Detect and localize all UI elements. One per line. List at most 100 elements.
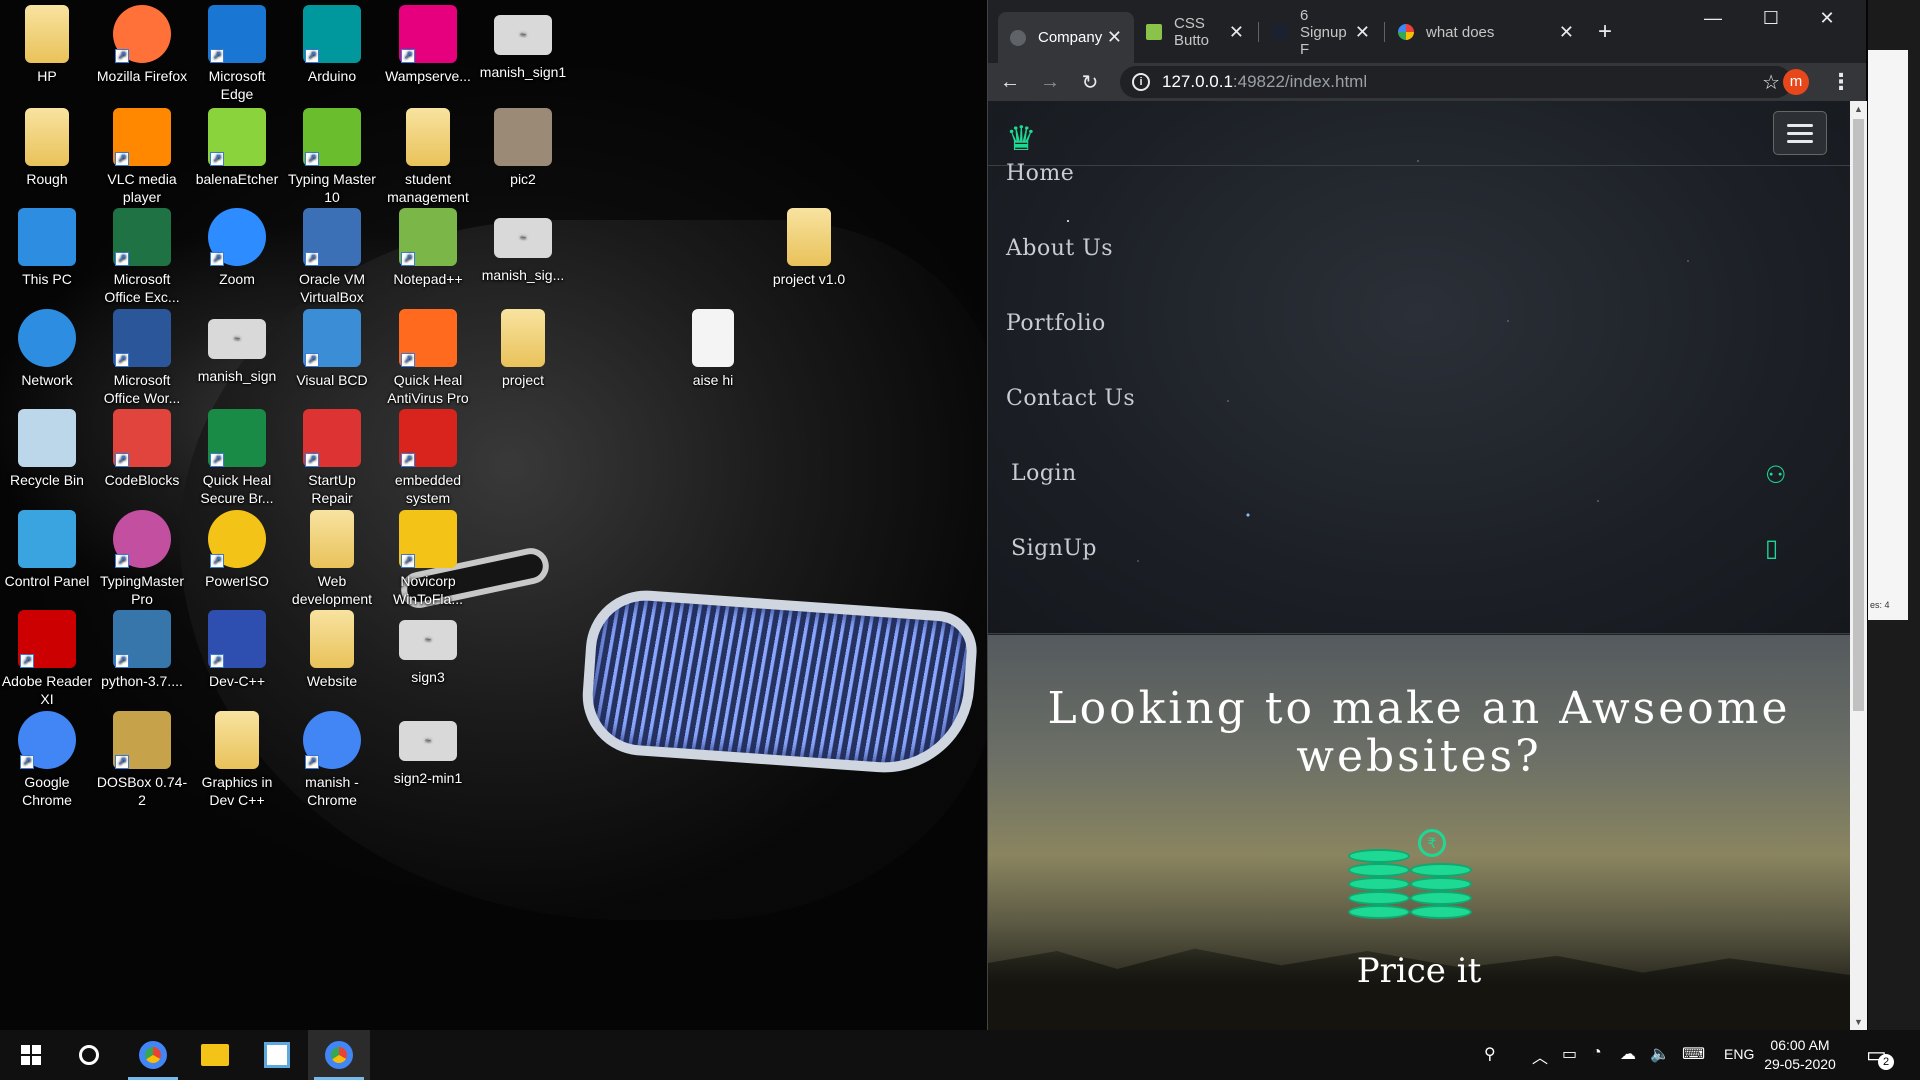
language-indicator[interactable]: ENG	[1724, 1046, 1754, 1062]
desktop-icon[interactable]: ↗ PowerISO	[191, 510, 283, 590]
background-window-edge[interactable]: es: 4	[1868, 0, 1920, 1030]
address-bar[interactable]: i 127.0.0.1:49822/index.html ☆	[1120, 66, 1792, 98]
close-icon[interactable]: ✕	[1229, 22, 1244, 43]
desktop-icon[interactable]: Website	[286, 610, 378, 690]
codeblocks-icon: ↗	[113, 409, 171, 467]
desktop-icon[interactable]: ↗ Microsoft Edge	[191, 5, 283, 103]
tab-what-does[interactable]: what does ✕	[1386, 12, 1586, 52]
desktop-icon[interactable]: pic2	[477, 108, 569, 188]
desktop-icon[interactable]: ↗ Zoom	[191, 208, 283, 288]
tab-css-buttons[interactable]: CSS Butto ✕	[1134, 12, 1256, 52]
forward-button[interactable]: →	[1030, 71, 1070, 94]
close-icon[interactable]: ✕	[1559, 22, 1574, 43]
bookmark-star-icon[interactable]: ☆	[1762, 70, 1780, 95]
taskbar-chrome[interactable]	[308, 1030, 370, 1080]
desktop-icon[interactable]: Recycle Bin	[1, 409, 93, 489]
desktop-icon[interactable]: Rough	[1, 108, 93, 188]
battery-icon[interactable]: ▭	[1562, 1044, 1577, 1064]
desktop-icon[interactable]: ~ manish_sign	[191, 309, 283, 385]
user-lock-icon[interactable]: ⚇	[1765, 461, 1787, 490]
desktop-icon[interactable]: ~ sign3	[382, 610, 474, 686]
desktop-icon[interactable]: Web development	[286, 510, 378, 608]
desktop-icon[interactable]: ↗ Arduino	[286, 5, 378, 85]
nav-link-portfolio[interactable]: Portfolio	[1006, 311, 1106, 336]
desktop-icon[interactable]: ~ manish_sign1	[477, 5, 569, 81]
desktop-icon[interactable]: ↗ Visual BCD	[286, 309, 378, 389]
taskbar-file-explorer[interactable]	[184, 1030, 246, 1080]
desktop-icon[interactable]: ~ manish_sig...	[477, 208, 569, 284]
desktop-icon[interactable]: ↗ Typing Master 10	[286, 108, 378, 206]
nav-link-signup[interactable]: SignUp	[1011, 536, 1097, 561]
tab-company[interactable]: Company ✕	[998, 12, 1134, 63]
cortana-search-button[interactable]	[58, 1030, 120, 1080]
close-icon[interactable]: ✕	[1107, 27, 1122, 48]
scrollbar-thumb[interactable]	[1853, 119, 1864, 711]
desktop-icon[interactable]: Graphics in Dev C++	[191, 711, 283, 809]
desktop-icon[interactable]: ↗ Oracle VM VirtualBox	[286, 208, 378, 306]
show-hidden-icons-chevron-icon[interactable]: ︿	[1532, 1044, 1548, 1068]
navbar-toggle-button[interactable]	[1773, 111, 1827, 155]
desktop-icon[interactable]: ↗ CodeBlocks	[96, 409, 188, 489]
back-button[interactable]: ←	[990, 71, 1030, 94]
desktop-icon[interactable]: ↗ Microsoft Office Wor...	[96, 309, 188, 407]
touch-keyboard-icon[interactable]: ⌨	[1682, 1044, 1705, 1064]
new-tab-button[interactable]: +	[1598, 18, 1612, 46]
mobile-signup-icon[interactable]: ▯	[1765, 534, 1778, 563]
desktop-icon[interactable]: HP	[1, 5, 93, 85]
desktop-icon[interactable]: ↗ VLC media player	[96, 108, 188, 206]
chrome-menu-button[interactable]: ⋮	[1830, 69, 1852, 95]
close-window-button[interactable]: ✕	[1804, 8, 1850, 29]
desktop-icon[interactable]: ↗ manish - Chrome	[286, 711, 378, 809]
desktop-icon[interactable]: Network	[1, 309, 93, 389]
desktop-icon[interactable]: ↗ Dev-C++	[191, 610, 283, 690]
crown-logo-icon[interactable]: ♛	[1006, 119, 1036, 159]
scroll-down-arrow-icon[interactable]: ▼	[1850, 1017, 1867, 1027]
nav-link-home[interactable]: Home	[1006, 161, 1074, 186]
desktop-icon[interactable]: Control Panel	[1, 510, 93, 590]
desktop-icon[interactable]: ↗ TypingMaster Pro	[96, 510, 188, 608]
nav-link-about[interactable]: About Us	[1006, 236, 1113, 261]
desktop-icon[interactable]: ↗ Wampserve...	[382, 5, 474, 85]
desktop-icon[interactable]: project v1.0	[763, 208, 855, 288]
people-icon[interactable]: ⚲	[1484, 1044, 1496, 1064]
desktop-icon[interactable]: ↗ Quick Heal Secure Br...	[191, 409, 283, 507]
desktop-icon[interactable]: aise hi	[667, 309, 759, 389]
nav-link-login[interactable]: Login	[1011, 461, 1077, 486]
desktop-icon[interactable]: ↗ Notepad++	[382, 208, 474, 288]
minimize-button[interactable]: —	[1690, 8, 1736, 29]
desktop-icon[interactable]: ↗ Mozilla Firefox	[96, 5, 188, 85]
desktop-icon[interactable]: ↗ embedded system	[382, 409, 474, 507]
desktop-icon[interactable]: ↗ StartUp Repair	[286, 409, 378, 507]
desktop-icon[interactable]: project	[477, 309, 569, 389]
system-clock[interactable]: 06:00 AM 29-05-2020	[1760, 1036, 1840, 1074]
scroll-up-arrow-icon[interactable]: ▲	[1850, 104, 1867, 114]
desktop-icon[interactable]: This PC	[1, 208, 93, 288]
tab-signup[interactable]: 6 Signup F ✕	[1260, 7, 1382, 58]
page-scrollbar[interactable]: ▲ ▼	[1850, 101, 1867, 1030]
desktop-icon[interactable]: ↗ Quick Heal AntiVirus Pro	[382, 309, 474, 407]
close-icon[interactable]: ✕	[1355, 22, 1370, 43]
chrome-profile-icon	[139, 1041, 167, 1069]
desktop-icon[interactable]: ↗ python-3.7....	[96, 610, 188, 690]
desktop-icon[interactable]: student management	[382, 108, 474, 206]
action-center-button[interactable]: ▭ 2	[1866, 1042, 1894, 1070]
start-button[interactable]	[0, 1030, 62, 1080]
desktop-icon-label: Recycle Bin	[10, 472, 84, 488]
profile-avatar[interactable]: m	[1783, 69, 1809, 95]
taskbar-app[interactable]	[246, 1030, 308, 1080]
onedrive-cloud-icon[interactable]: ☁	[1620, 1044, 1636, 1064]
desktop-icon[interactable]: ~ sign2-min1	[382, 711, 474, 787]
desktop-icon[interactable]: ↗ Microsoft Office Exc...	[96, 208, 188, 306]
site-info-icon[interactable]: i	[1132, 73, 1150, 91]
nav-link-contact[interactable]: Contact Us	[1006, 386, 1135, 411]
reload-button[interactable]: ↻	[1070, 70, 1110, 95]
maximize-button[interactable]: ☐	[1748, 8, 1794, 29]
wifi-icon[interactable]: ◔	[1592, 1044, 1602, 1062]
volume-icon[interactable]: 🔈	[1650, 1044, 1670, 1064]
desktop-icon[interactable]: ↗ Google Chrome	[1, 711, 93, 809]
desktop-icon[interactable]: ↗ DOSBox 0.74-2	[96, 711, 188, 809]
taskbar-chrome-profile[interactable]	[122, 1030, 184, 1080]
desktop-icon[interactable]: ↗ Adobe Reader XI	[1, 610, 93, 708]
desktop-icon[interactable]: ↗ Novicorp WinToFla...	[382, 510, 474, 608]
desktop-icon[interactable]: ↗ balenaEtcher	[191, 108, 283, 188]
